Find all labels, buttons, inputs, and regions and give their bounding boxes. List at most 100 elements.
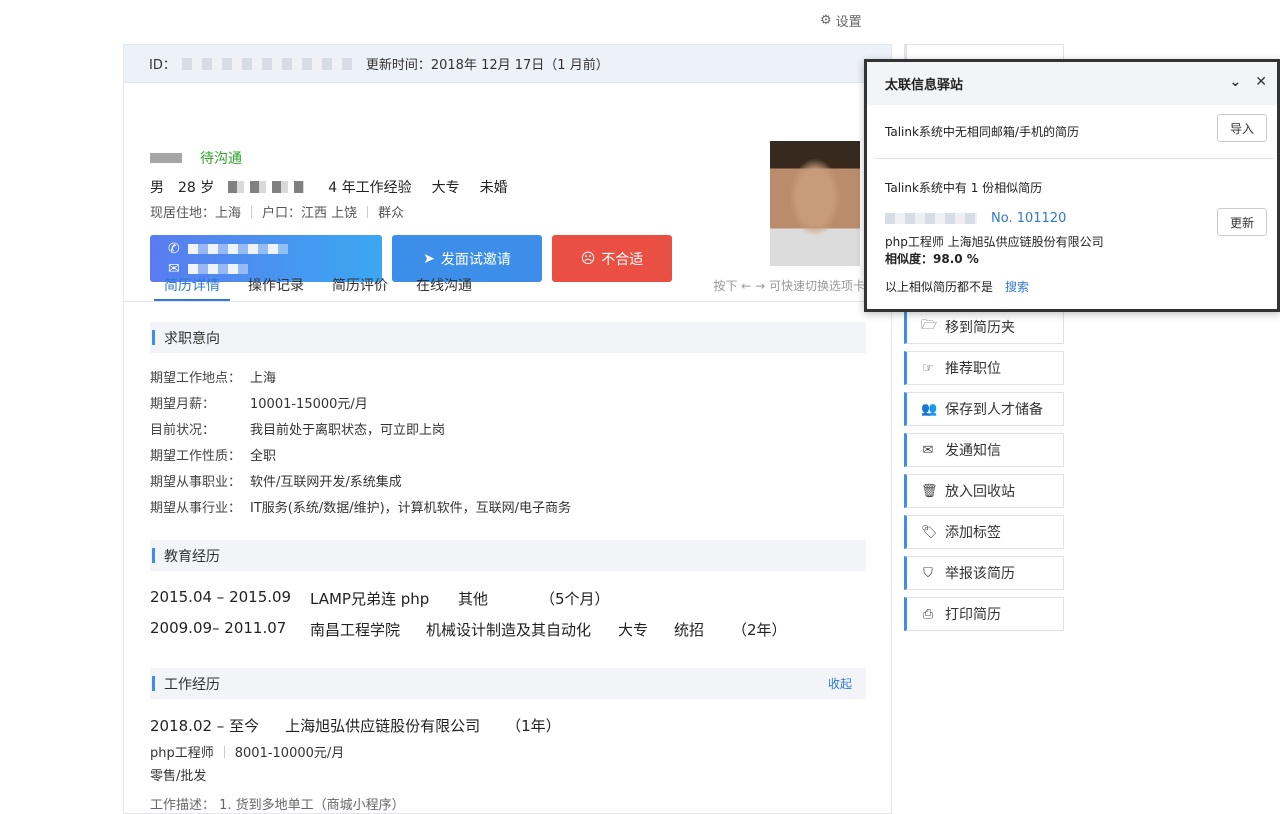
similar-resume-link[interactable]: No. 101120 (991, 211, 1066, 226)
tab-resume-review[interactable]: 简历评价 (322, 261, 398, 301)
sidebar-item-recycle[interactable]: 🗑 放入回收站 (904, 474, 1064, 508)
work-description: 工作描述： 1. 货到多地单工（商城小程序） (150, 798, 405, 813)
education-header: 教育经历 (150, 540, 866, 571)
intent-value: IT服务(系统/数据/维护)，计算机软件，互联网/电子商务 (250, 501, 572, 516)
status-badge: 待沟通 (200, 151, 242, 167)
folder-icon: 🗁 (921, 318, 938, 333)
popup-header: 太联信息驿站 ⌄ ✕ (867, 62, 1277, 105)
similarity-score: 相似度：98.0 % (885, 252, 979, 266)
section-title: 教育经历 (164, 548, 220, 565)
work-position-row: php工程师 8001-10000元/月 (150, 742, 344, 761)
edu-type: 统招 (674, 621, 705, 639)
popup-title: 太联信息驿站 (885, 78, 964, 93)
edu-degree: 大专 (618, 621, 649, 639)
location-info: 现居住地：上海 户口：江西 上饶 群众 (150, 202, 404, 221)
similar-job-company: php工程师 上海旭弘供应链股份有限公司 (885, 235, 1104, 249)
edu-duration: （5个月） (540, 590, 610, 608)
work-company: 上海旭弘供应链股份有限公司 (285, 717, 481, 735)
phone-icon: ✆ (168, 240, 180, 257)
tab-online-chat[interactable]: 在线沟通 (406, 261, 482, 301)
sidebar-item-print[interactable]: ⎙ 打印简历 (904, 597, 1064, 631)
tab-resume-detail[interactable]: 简历详情 (154, 261, 230, 301)
import-button[interactable]: 导入 (1217, 114, 1267, 142)
work-header: 工作经历 收起 (150, 668, 866, 699)
close-icon[interactable]: ✕ (1255, 74, 1267, 90)
updated-time: 更新时间：2018年 12月 17日（1 月前） (365, 58, 609, 73)
residence: 现居住地：上海 (150, 206, 242, 221)
intent-value: 全职 (250, 449, 277, 464)
intent-row: 期望工作地点： 上海 (150, 367, 276, 386)
id-value-blurred (181, 57, 352, 70)
edu-duration: （2年） (732, 621, 787, 639)
sidebar-item-report[interactable]: ⛉ 举报该简历 (904, 556, 1064, 590)
collapse-link[interactable]: 收起 (828, 675, 852, 692)
edu-school: LAMP兄弟连 php (310, 590, 430, 608)
basic-info: 男 28 岁 4 年工作经验 大专 未婚 (150, 177, 508, 197)
politics: 群众 (378, 206, 405, 221)
hukou: 户口：江西 上饶 (262, 206, 358, 221)
talink-popup: 太联信息驿站 ⌄ ✕ Talink系统中无相同邮箱/手机的简历 导入 Talin… (864, 59, 1280, 312)
intent-key: 期望月薪： (150, 397, 216, 412)
gender: 男 (150, 180, 164, 196)
work-industry: 零售/批发 (150, 769, 207, 784)
degree: 大专 (431, 180, 460, 196)
age: 28 岁 (178, 180, 215, 196)
sidebar-item-tag[interactable]: 🏷 添加标签 (904, 515, 1064, 549)
experience: 4 年工作经验 (328, 180, 412, 196)
divider (367, 205, 369, 218)
divider (251, 205, 253, 218)
similar-count-text: Talink系统中有 1 份相似简历 (885, 181, 1043, 195)
users-icon: 👥 (921, 401, 938, 417)
intent-value: 软件/互联网开发/系统集成 (250, 475, 402, 490)
intent-value: 10001-15000元/月 (250, 397, 368, 412)
intent-row: 期望月薪： 10001-15000元/月 (150, 393, 368, 412)
none-match-row: 以上相似简历都不是 搜索 (885, 278, 1029, 295)
settings-link[interactable]: ⚙ 设置 (820, 11, 862, 30)
intent-row: 期望从事职业： 软件/互联网开发/系统集成 (150, 471, 402, 490)
trash-icon: 🗑 (921, 483, 938, 499)
sidebar-item-move-folder[interactable]: 🗁 移到简历夹 (904, 310, 1064, 344)
intent-row: 期望工作性质： 全职 (150, 445, 276, 464)
gear-icon: ⚙ (820, 13, 832, 28)
work-summary: 2018.02 – 至今 上海旭弘供应链股份有限公司 （1年） (150, 715, 561, 736)
avatar (770, 141, 860, 266)
edu-major: 机械设计制造及其自动化 (426, 621, 592, 639)
edu-period: 2015.04 – 2015.09 (150, 588, 292, 606)
tab-operation-log[interactable]: 操作记录 (238, 261, 314, 301)
intent-value: 上海 (250, 371, 277, 386)
tab-bar: 简历详情 操作记录 简历评价 在线沟通 按下 ← → 可快速切换选项卡 (124, 261, 891, 302)
sidebar-label: 添加标签 (945, 525, 1001, 541)
chevron-down-icon[interactable]: ⌄ (1230, 74, 1242, 90)
sidebar-item-talent-pool[interactable]: 👥 保存到人才储备 (904, 392, 1064, 426)
education-row: 2009.09– 2011.07 南昌工程学院 机械设计制造及其自动化 大专 统… (150, 619, 787, 640)
similar-name-blurred (885, 213, 977, 224)
intent-value: 我目前处于离职状态，可立即上岗 (250, 423, 446, 438)
update-button[interactable]: 更新 (1217, 208, 1267, 236)
sidebar-label: 推荐职位 (945, 361, 1001, 377)
profile-section: 待沟通 男 28 岁 4 年工作经验 大专 未婚 现居住地：上海 户口：江西 上… (124, 83, 891, 282)
printer-icon: ⎙ (922, 606, 934, 622)
intent-key: 期望工作性质： (150, 449, 242, 464)
search-link[interactable]: 搜索 (1005, 278, 1029, 295)
tag-icon: 🏷 (921, 524, 938, 540)
section-title: 工作经历 (164, 676, 220, 693)
sidebar-item-recommend[interactable]: ☞ 推荐职位 (904, 351, 1064, 385)
no-match-text: Talink系统中无相同邮箱/手机的简历 (885, 125, 1079, 139)
thumbs-up-icon: ☞ (922, 360, 934, 376)
phone-blurred (187, 243, 288, 254)
job-intent-header: 求职意向 (150, 322, 866, 353)
intent-row: 目前状况： 我目前处于离职状态，可立即上岗 (150, 419, 445, 438)
birth-blurred (228, 181, 305, 193)
work-period: 2018.02 – 至今 (150, 717, 260, 735)
none-match-text: 以上相似简历都不是 (885, 280, 994, 294)
section-title: 求职意向 (164, 330, 220, 347)
work-salary: 8001-10000元/月 (234, 746, 345, 761)
name-row: 待沟通 (150, 148, 242, 168)
work-position: php工程师 (150, 746, 214, 761)
sidebar-item-notify[interactable]: ✉ 发通知信 (904, 433, 1064, 467)
divider (223, 745, 225, 758)
popup-divider (875, 158, 1273, 159)
sidebar-label: 放入回收站 (945, 484, 1015, 500)
sidebar-label: 举报该简历 (945, 566, 1015, 582)
intent-key: 目前状况： (150, 423, 216, 438)
